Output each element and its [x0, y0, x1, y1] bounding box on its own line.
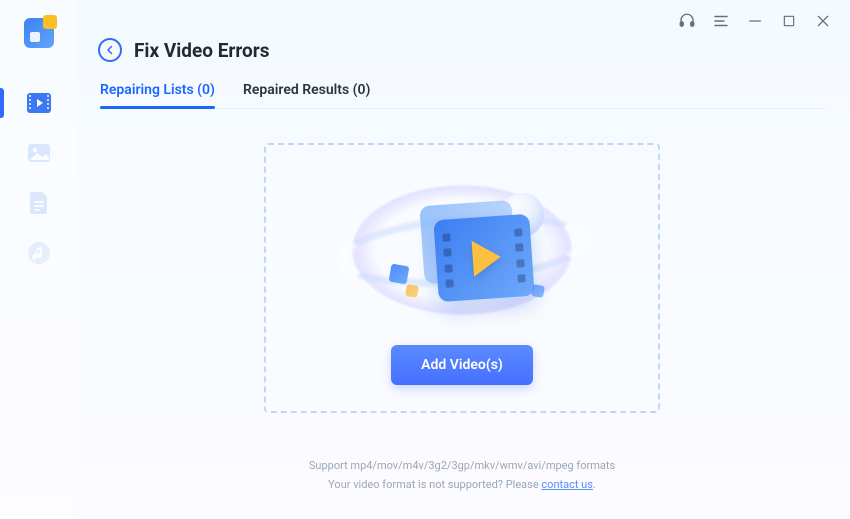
- maximize-button[interactable]: [780, 12, 798, 30]
- tabs: Repairing Lists (0) Repaired Results (0): [98, 82, 826, 109]
- close-button[interactable]: [814, 12, 832, 30]
- menu-icon: [712, 12, 730, 30]
- back-button[interactable]: [98, 38, 122, 62]
- video-illustration: [332, 165, 592, 335]
- contact-line: Your video format is not supported? Plea…: [309, 476, 615, 495]
- audio-icon: [27, 241, 51, 265]
- support-button[interactable]: [678, 12, 696, 30]
- minimize-icon: [747, 13, 763, 29]
- tab-repairing-lists[interactable]: Repairing Lists (0): [100, 82, 215, 108]
- menu-button[interactable]: [712, 12, 730, 30]
- footer-text: Support mp4/mov/m4v/3g2/3gp/mkv/wmv/avi/…: [309, 457, 615, 494]
- window-controls: [678, 12, 832, 30]
- video-dropzone[interactable]: Add Video(s): [264, 143, 660, 413]
- sidebar-item-photo[interactable]: [0, 132, 78, 174]
- sidebar-item-video[interactable]: [0, 82, 78, 124]
- contact-us-link[interactable]: contact us: [541, 478, 593, 491]
- minimize-button[interactable]: [746, 12, 764, 30]
- supported-formats-text: Support mp4/mov/m4v/3g2/3gp/mkv/wmv/avi/…: [309, 457, 615, 476]
- sidebar-item-audio[interactable]: [0, 232, 78, 274]
- contact-prefix: Your video format is not supported? Plea…: [328, 478, 541, 491]
- photo-icon: [27, 143, 51, 163]
- add-videos-button[interactable]: Add Video(s): [391, 345, 533, 385]
- file-icon: [29, 191, 49, 215]
- app-logo-icon: [24, 18, 54, 48]
- tab-repaired-results[interactable]: Repaired Results (0): [243, 82, 371, 108]
- close-icon: [815, 13, 831, 29]
- chevron-left-icon: [104, 44, 116, 56]
- video-repair-icon: [26, 92, 52, 114]
- page-title: Fix Video Errors: [134, 39, 269, 62]
- contact-suffix: .: [593, 478, 596, 491]
- sidebar-item-file[interactable]: [0, 182, 78, 224]
- page-header: Fix Video Errors: [98, 38, 826, 62]
- main-content: Fix Video Errors Repairing Lists (0) Rep…: [78, 0, 850, 519]
- maximize-icon: [782, 14, 796, 28]
- sidebar: [0, 0, 78, 519]
- headset-icon: [678, 12, 696, 30]
